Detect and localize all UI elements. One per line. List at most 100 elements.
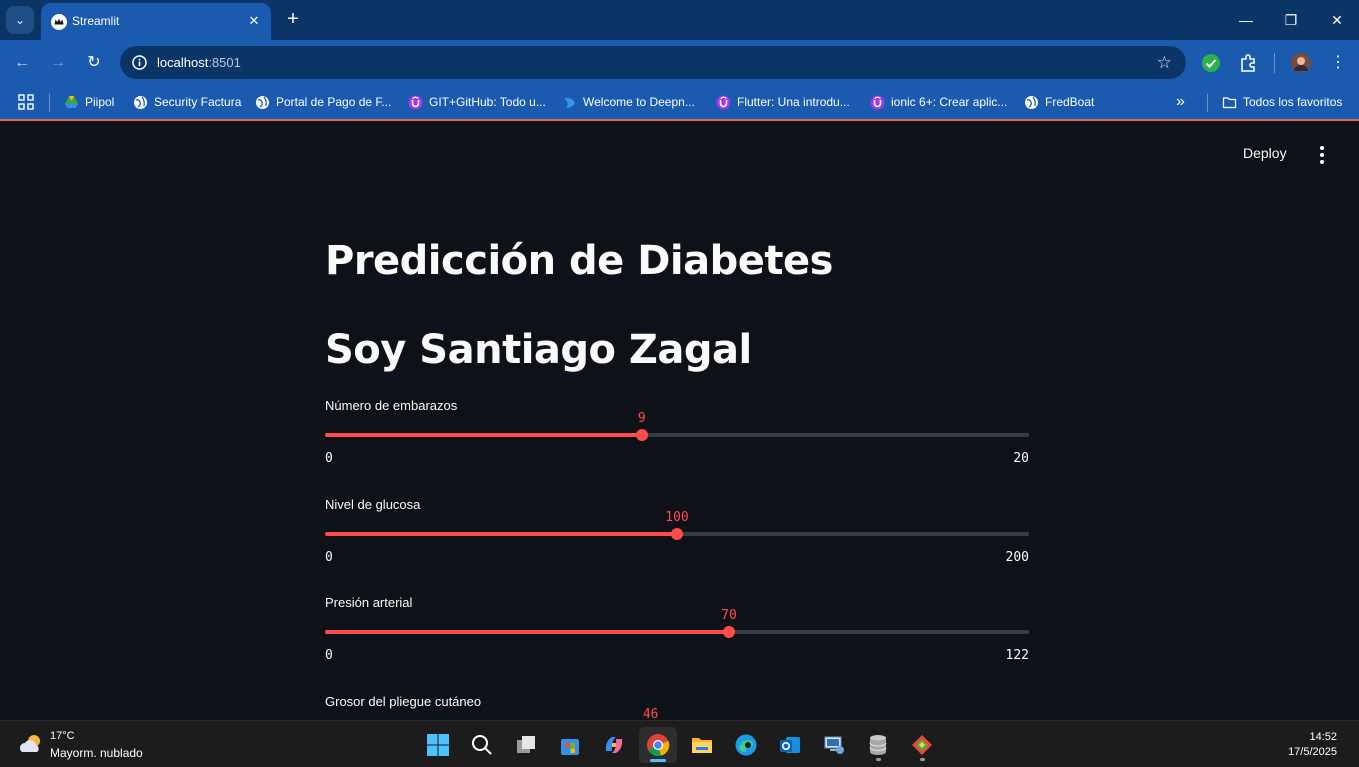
- running-indicator: [920, 758, 925, 761]
- taskbar-app-remote[interactable]: [815, 727, 853, 763]
- bookmarks-bar: Piipol Security Factura Portal de Pago d…: [0, 85, 1359, 121]
- bookmark-star-icon[interactable]: ☆: [1157, 53, 1172, 73]
- taskbar-search-button[interactable]: [463, 727, 501, 763]
- git-gui-icon: [912, 735, 932, 755]
- site-info-icon[interactable]: [131, 54, 148, 71]
- remote-desktop-icon: [824, 736, 844, 754]
- main-menu-icon[interactable]: [1311, 145, 1333, 165]
- slider-thumb[interactable]: [635, 429, 648, 441]
- slider-value: 9: [637, 411, 646, 426]
- apps-grid-icon[interactable]: [18, 94, 34, 110]
- close-tab-icon[interactable]: ✕: [245, 12, 263, 30]
- address-bar[interactable]: localhost:8501 ☆: [120, 46, 1186, 79]
- close-window-button[interactable]: ✕: [1322, 8, 1352, 32]
- browser-menu-icon[interactable]: ⋮: [1327, 52, 1349, 74]
- deploy-button[interactable]: Deploy: [1243, 145, 1287, 161]
- minimize-button[interactable]: —: [1231, 8, 1261, 32]
- tab-search-button[interactable]: ⌄: [6, 6, 34, 34]
- bookmark-item[interactable]: Piipol: [64, 93, 114, 111]
- bookmark-label: FredBoat: [1045, 95, 1095, 109]
- extensions-puzzle-icon[interactable]: [1237, 52, 1259, 74]
- bookmarks-overflow-button[interactable]: »: [1176, 93, 1185, 111]
- taskbar-app-database[interactable]: [859, 727, 897, 763]
- taskbar-app-git[interactable]: [903, 727, 941, 763]
- windows-taskbar: 17°C Mayorm. nublado 14:52 17/5/2025: [0, 720, 1359, 767]
- task-view-button[interactable]: [507, 727, 545, 763]
- bookmark-label: Portal de Pago de F...: [276, 95, 392, 109]
- edge-icon: [735, 734, 757, 756]
- drive-icon: [65, 95, 78, 108]
- reload-icon[interactable]: ↻: [83, 52, 105, 74]
- bookmark-item[interactable]: Security Factura: [133, 93, 241, 111]
- bookmark-item[interactable]: ionic 6+: Crear aplic...: [870, 93, 1007, 111]
- partly-cloudy-icon[interactable]: [17, 733, 45, 755]
- globe-icon: [134, 95, 147, 109]
- start-button[interactable]: [419, 727, 457, 763]
- slider-track[interactable]: [325, 429, 1029, 441]
- double-chevron-icon: »: [1176, 93, 1185, 110]
- task-view-icon: [517, 736, 535, 753]
- bookmark-item[interactable]: GIT+GitHub: Todo u...: [408, 93, 546, 111]
- slider-thumb[interactable]: [722, 626, 735, 638]
- slider-track[interactable]: [325, 626, 1029, 638]
- url-host: localhost: [157, 55, 209, 70]
- extension-check-icon[interactable]: [1200, 52, 1222, 74]
- globe-icon: [256, 95, 269, 109]
- udemy-icon: [716, 95, 731, 109]
- all-bookmarks-button[interactable]: Todos los favoritos: [1222, 93, 1342, 111]
- browser-toolbar: ← → ↻ localhost:8501 ☆ ⋮: [0, 40, 1359, 85]
- bookmark-label: ionic 6+: Crear aplic...: [891, 95, 1008, 109]
- search-icon: [472, 735, 492, 755]
- profile-avatar[interactable]: [1290, 52, 1312, 74]
- toolbar-divider: [1274, 53, 1275, 73]
- folder-icon: [692, 738, 712, 753]
- bookmarks-divider: [1207, 94, 1208, 112]
- url-text: localhost:8501: [157, 55, 241, 70]
- slider-track[interactable]: [325, 528, 1029, 540]
- tab-streamlit[interactable]: Streamlit ✕: [41, 3, 271, 40]
- weather-temperature[interactable]: 17°C: [50, 730, 75, 742]
- clock-time[interactable]: 14:52: [1309, 731, 1337, 743]
- slider-value: 100: [665, 510, 689, 525]
- slider-min: 0: [325, 451, 333, 466]
- bookmark-label: Piipol: [85, 95, 115, 109]
- bookmark-label: Security Factura: [154, 95, 242, 109]
- bookmark-item[interactable]: Portal de Pago de F...: [255, 93, 391, 111]
- folder-icon: [1222, 96, 1237, 108]
- taskbar-app-chrome[interactable]: [639, 727, 677, 763]
- restore-button[interactable]: ❐: [1276, 8, 1306, 32]
- deepnote-icon: [564, 97, 575, 108]
- slider-value: 70: [721, 608, 737, 623]
- bookmark-item[interactable]: FredBoat: [1024, 93, 1094, 111]
- new-tab-button[interactable]: +: [282, 8, 304, 30]
- bookmark-label: Welcome to Deepn...: [583, 95, 695, 109]
- clock-date[interactable]: 17/5/2025: [1288, 746, 1337, 758]
- active-indicator: [650, 759, 666, 762]
- page-subtitle: Soy Santiago Zagal: [325, 327, 752, 373]
- taskbar-app-store[interactable]: [551, 727, 589, 763]
- slider-max: 20: [1013, 451, 1029, 466]
- bookmark-label: Flutter: Una introdu...: [737, 95, 850, 109]
- bookmark-item[interactable]: Welcome to Deepn...: [562, 93, 695, 111]
- weather-description[interactable]: Mayorm. nublado: [50, 746, 143, 760]
- taskbar-app-explorer[interactable]: [683, 727, 721, 763]
- browser-tab-strip: ⌄ Streamlit ✕ + — ❐ ✕: [0, 0, 1359, 40]
- slider-thumb[interactable]: [671, 528, 683, 540]
- tab-title: Streamlit: [72, 14, 120, 28]
- taskbar-app-copilot[interactable]: [595, 727, 633, 763]
- slider-max: 122: [1005, 648, 1029, 663]
- taskbar-app-outlook[interactable]: [771, 727, 809, 763]
- all-bookmarks-label: Todos los favoritos: [1243, 95, 1343, 109]
- forward-arrow-icon[interactable]: →: [47, 52, 69, 74]
- bookmarks-divider: [49, 94, 50, 112]
- slider-min: 0: [325, 550, 333, 565]
- bookmark-item[interactable]: Flutter: Una introdu...: [716, 93, 850, 111]
- chevron-down-icon: ⌄: [14, 13, 26, 27]
- taskbar-app-edge[interactable]: [727, 727, 765, 763]
- copilot-icon: [605, 737, 623, 753]
- slider-max: 200: [1005, 550, 1029, 565]
- slider-label: Nivel de glucosa: [325, 497, 421, 512]
- back-arrow-icon[interactable]: ←: [11, 52, 33, 74]
- microsoft-store-icon: [561, 739, 579, 755]
- udemy-icon: [870, 95, 885, 109]
